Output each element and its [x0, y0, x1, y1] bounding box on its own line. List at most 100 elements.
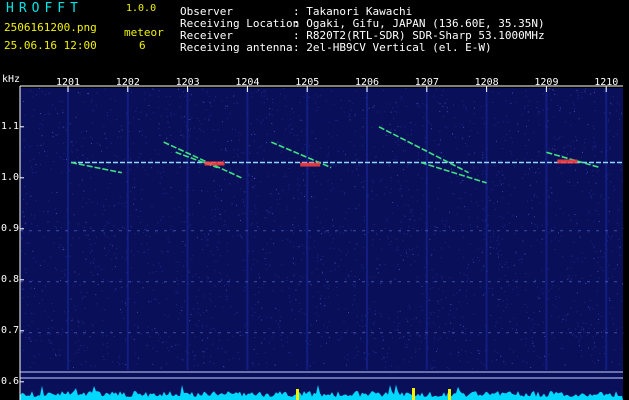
- noise-dot: [258, 146, 260, 148]
- noise-dot: [494, 339, 496, 341]
- noise-dot: [565, 121, 566, 123]
- noise-dot: [300, 209, 302, 211]
- noise-dot: [359, 325, 361, 327]
- noise-dot: [225, 289, 227, 291]
- noise-dot: [313, 175, 315, 177]
- noise-dot: [218, 339, 220, 341]
- noise-dot: [398, 144, 400, 146]
- noise-dot: [217, 129, 219, 131]
- noise-dot: [462, 330, 464, 332]
- noise-dot: [350, 109, 352, 111]
- noise-dot: [466, 145, 468, 147]
- noise-dot: [304, 195, 305, 197]
- noise-dot: [376, 258, 378, 260]
- noise-dot: [383, 146, 385, 147]
- noise-dot: [107, 352, 109, 354]
- noise-dot: [616, 293, 618, 295]
- noise-dot: [120, 125, 122, 127]
- noise-dot: [603, 346, 605, 348]
- noise-dot: [253, 258, 255, 260]
- noise-dot: [437, 198, 439, 200]
- noise-dot: [456, 213, 458, 215]
- noise-dot: [36, 225, 38, 227]
- noise-dot: [202, 351, 204, 353]
- noise-dot: [223, 178, 225, 180]
- noise-dot: [512, 279, 514, 281]
- noise-dot: [561, 172, 562, 174]
- noise-dot: [297, 178, 299, 180]
- noise-dot: [279, 198, 281, 200]
- noise-dot: [462, 236, 464, 238]
- noise-dot: [38, 303, 40, 305]
- noise-dot: [54, 108, 56, 110]
- noise-dot: [234, 313, 236, 315]
- noise-dot: [595, 251, 597, 252]
- noise-dot: [548, 290, 550, 292]
- noise-dot: [444, 126, 446, 128]
- noise-dot: [170, 151, 172, 153]
- noise-dot: [558, 240, 560, 242]
- noise-dot: [137, 251, 139, 253]
- noise-dot: [231, 171, 233, 172]
- noise-dot: [354, 295, 356, 296]
- noise-dot: [499, 263, 501, 265]
- noise-dot: [465, 350, 467, 352]
- noise-dot: [526, 152, 528, 154]
- noise-dot: [503, 300, 504, 302]
- noise-dot: [565, 315, 567, 317]
- noise-dot: [396, 238, 398, 240]
- noise-dot: [103, 359, 105, 361]
- noise-dot: [390, 279, 392, 281]
- noise-dot: [353, 299, 355, 300]
- noise-dot: [153, 264, 154, 266]
- noise-dot: [517, 123, 519, 125]
- noise-dot: [392, 107, 394, 109]
- noise-dot: [181, 221, 183, 223]
- noise-dot: [244, 205, 246, 207]
- noise-dot: [301, 130, 302, 132]
- noise-dot: [39, 265, 41, 266]
- noise-dot: [450, 182, 452, 184]
- noise-dot: [495, 140, 497, 142]
- noise-dot: [41, 299, 43, 301]
- noise-dot: [392, 202, 394, 203]
- noise-dot: [183, 116, 185, 118]
- noise-dot: [538, 151, 540, 153]
- noise-dot: [124, 205, 126, 207]
- noise-dot: [264, 258, 266, 260]
- noise-dot: [469, 339, 471, 341]
- noise-dot: [254, 311, 256, 313]
- noise-dot: [299, 302, 301, 304]
- noise-dot: [113, 154, 115, 156]
- noise-dot: [297, 139, 299, 141]
- noise-dot: [373, 276, 375, 278]
- noise-dot: [576, 139, 578, 141]
- noise-dot: [583, 147, 585, 148]
- noise-dot: [482, 157, 484, 159]
- noise-dot: [379, 180, 381, 182]
- noise-dot: [159, 90, 160, 92]
- y-tick-label: 0.8: [1, 273, 20, 285]
- noise-dot: [507, 212, 509, 214]
- noise-dot: [593, 142, 595, 144]
- noise-dot: [309, 365, 311, 367]
- noise-dot: [87, 158, 89, 159]
- noise-dot: [69, 123, 71, 125]
- noise-dot: [197, 118, 199, 119]
- noise-dot: [558, 167, 560, 169]
- noise-dot: [151, 206, 153, 208]
- noise-dot: [85, 221, 87, 223]
- noise-dot: [554, 136, 555, 138]
- noise-dot: [31, 223, 33, 225]
- noise-dot: [185, 190, 187, 192]
- noise-dot: [450, 322, 452, 324]
- noise-dot: [459, 272, 461, 274]
- noise-dot: [105, 138, 106, 139]
- noise-dot: [394, 141, 396, 143]
- noise-dot: [159, 182, 161, 184]
- noise-dot: [362, 109, 364, 111]
- noise-dot: [585, 331, 586, 333]
- noise-dot: [58, 122, 60, 124]
- noise-dot: [478, 259, 480, 261]
- noise-dot: [405, 180, 407, 182]
